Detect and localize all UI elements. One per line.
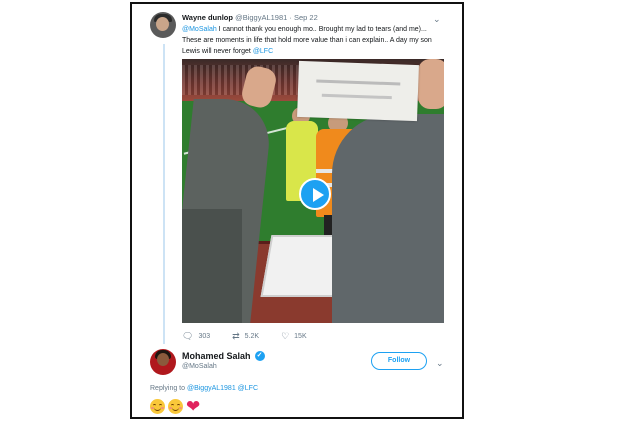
arm-right [332,114,444,323]
avatar[interactable] [150,349,176,375]
tweet-text-line1: I cannot thank you enough mo.. Brought m… [216,26,427,33]
red-heart-emoji: ❤ [186,397,201,416]
verified-badge-icon: ✓ [254,351,265,361]
reply-author-handle[interactable]: @MoSalah [182,363,265,370]
like-button[interactable]: ♡ 15K [281,331,307,342]
play-icon[interactable] [299,178,331,210]
tweet-text: @MoSalah I cannot thank you enough mo.. … [182,24,452,57]
tweet-screenshot-frame: Wayne dunlop @BiggyAL1981 · Sep 22 ⌄ @Mo… [130,2,464,419]
reply-emojis: ❤ [150,397,201,416]
follow-button[interactable]: Follow [371,352,427,370]
reply-author-name[interactable]: Mohamed Salah [182,351,251,361]
mention-link[interactable]: @MoSalah [182,26,217,33]
mention-link[interactable]: @LFC [253,48,273,55]
reply-icon: 🗨︎ [182,331,194,341]
replying-to: Replying to @BiggyAL1981 @LFC [150,385,258,392]
reply-author: Mohamed Salah ✓ @MoSalah [182,351,265,370]
like-count: 15K [294,333,307,340]
video-player[interactable] [182,59,444,323]
chevron-down-icon[interactable]: ⌄ [436,358,444,369]
retweet-count: 5.2K [244,333,260,340]
separator: · [289,13,292,22]
retweet-icon: ⇄ [232,331,240,341]
thread-connector-line [163,44,165,344]
author-handle[interactable]: @BiggyAL1981 [235,13,287,22]
tweet-actions: 🗨︎ 303 ⇄ 5.2K ♡ 15K [182,331,329,342]
retweet-button[interactable]: ⇄ 5.2K [232,331,259,342]
tweet-header: Wayne dunlop @BiggyAL1981 · Sep 22 [182,13,318,22]
replying-to-prefix: Replying to [150,385,187,392]
avatar[interactable] [150,12,176,38]
handwritten-sign [297,60,419,122]
tweet-text-line2: These are moments in life that hold more… [182,37,432,44]
tweet-date[interactable]: Sep 22 [294,13,318,22]
reply-count: 303 [198,333,211,340]
smiling-face-emoji [168,399,183,414]
reply-button[interactable]: 🗨︎ 303 [182,331,210,342]
mention-link[interactable]: @BiggyAL1981 [187,385,236,392]
heart-outline-icon: ♡ [281,331,290,341]
author-name[interactable]: Wayne dunlop [182,13,233,22]
mention-link[interactable]: @LFC [236,385,258,392]
tweet-text-line3: Lewis will never forget [182,48,253,55]
smiling-face-emoji [150,399,165,414]
